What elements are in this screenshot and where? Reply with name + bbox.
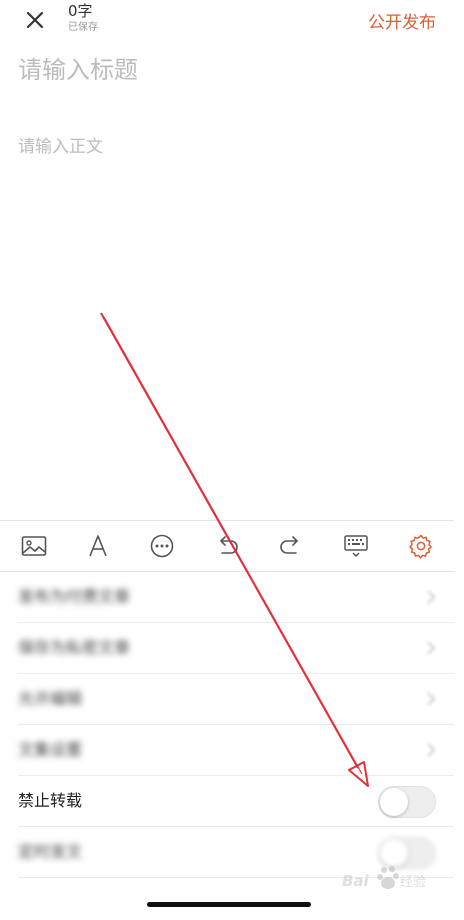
body-input[interactable] bbox=[18, 132, 438, 482]
chevron-right-icon bbox=[427, 692, 436, 706]
close-icon[interactable] bbox=[22, 7, 48, 33]
toggle-knob bbox=[380, 788, 408, 816]
redo-icon[interactable] bbox=[277, 533, 305, 559]
setting-row-allow-edit[interactable]: 允许编辑 bbox=[18, 674, 454, 725]
setting-label: 文集设置 bbox=[18, 740, 83, 759]
svg-text:经验: 经验 bbox=[400, 874, 426, 890]
setting-row-private-article[interactable]: 保存为私密文章 bbox=[18, 623, 454, 674]
svg-text:Bai: Bai bbox=[342, 872, 370, 890]
settings-list: 发布为付费文章 保存为私密文章 允许编辑 文集设置 禁止转载 定时发文 bbox=[0, 572, 454, 878]
editor-toolbar bbox=[0, 520, 454, 572]
keyboard-icon[interactable] bbox=[342, 533, 370, 559]
word-count: 0字 bbox=[68, 2, 93, 20]
toggle-knob bbox=[380, 839, 408, 867]
setting-label: 禁止转载 bbox=[18, 791, 83, 810]
no-repost-toggle[interactable] bbox=[378, 786, 436, 818]
setting-row-no-repost: 禁止转载 bbox=[18, 776, 454, 827]
setting-label: 允许编辑 bbox=[18, 689, 83, 708]
chevron-right-icon bbox=[427, 743, 436, 757]
settings-gear-icon[interactable] bbox=[407, 533, 435, 559]
undo-icon[interactable] bbox=[213, 533, 241, 559]
setting-label: 保存为私密文章 bbox=[18, 638, 131, 657]
title-input[interactable] bbox=[18, 56, 438, 84]
chevron-right-icon bbox=[427, 590, 436, 604]
image-icon[interactable] bbox=[20, 533, 48, 559]
publish-button[interactable]: 公开发布 bbox=[368, 8, 436, 33]
home-indicator bbox=[147, 902, 311, 907]
top-bar: 0字 已保存 公开发布 bbox=[0, 0, 464, 40]
setting-row-collection[interactable]: 文集设置 bbox=[18, 725, 454, 776]
more-icon[interactable] bbox=[148, 533, 176, 559]
baidu-jingyan-watermark: Bai 经验 bbox=[342, 866, 426, 890]
font-icon[interactable] bbox=[84, 533, 112, 559]
chevron-right-icon bbox=[427, 641, 436, 655]
setting-row-paid-article[interactable]: 发布为付费文章 bbox=[18, 572, 454, 623]
saved-status: 已保存 bbox=[68, 22, 98, 33]
setting-label: 定时发文 bbox=[18, 842, 83, 861]
setting-label: 发布为付费文章 bbox=[18, 587, 131, 606]
